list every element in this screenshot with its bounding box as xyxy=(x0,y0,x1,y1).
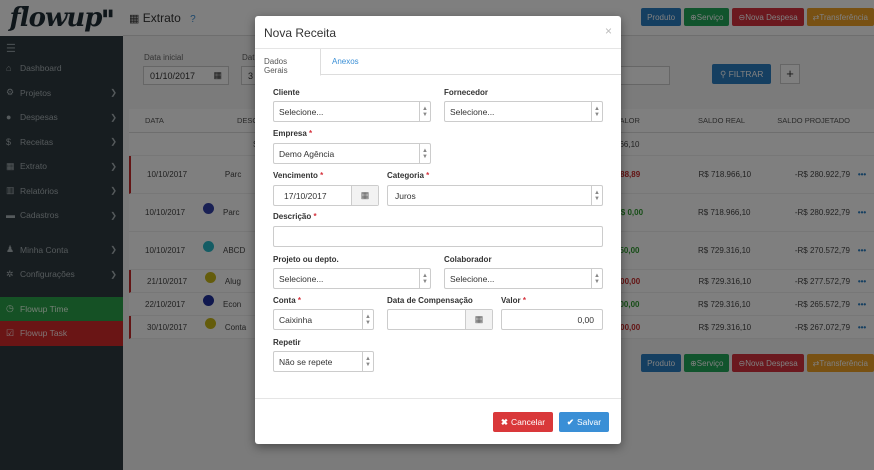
vencimento-label: Vencimento * xyxy=(273,171,324,180)
projeto-value: Selecione... xyxy=(279,274,324,284)
conta-select[interactable]: Caixinha ▲ ▼ xyxy=(273,309,374,330)
cliente-label: Cliente xyxy=(273,88,300,97)
calendar-icon[interactable]: ▦ xyxy=(465,310,492,329)
empresa-select[interactable]: Demo Agência ▲ ▼ xyxy=(273,143,431,164)
colaborador-select[interactable]: Selecione... ▲ ▼ xyxy=(444,268,603,289)
select-arrows-icon: ▲ ▼ xyxy=(419,269,430,288)
check-icon: ✔ xyxy=(566,416,575,427)
empresa-value: Demo Agência xyxy=(279,149,335,159)
categoria-value: Juros xyxy=(395,191,416,201)
projeto-label: Projeto ou depto. xyxy=(273,255,339,264)
projeto-select[interactable]: Selecione... ▲ ▼ xyxy=(273,268,431,289)
compensacao-input[interactable]: ▦ xyxy=(387,309,493,330)
cancel-button-label: Cancelar xyxy=(511,417,546,427)
select-arrows-icon: ▲ ▼ xyxy=(419,144,430,163)
select-arrows-icon: ▲ ▼ xyxy=(362,352,373,371)
new-revenue-modal: Nova Receita × Dados Gerais Anexos Clien… xyxy=(255,16,621,444)
select-arrows-icon: ▲ ▼ xyxy=(419,102,430,121)
vencimento-input[interactable]: 17/10/2017 ▦ xyxy=(273,185,379,206)
select-arrows-icon: ▲ ▼ xyxy=(591,102,602,121)
descricao-input[interactable] xyxy=(273,226,603,247)
close-icon: ✖ xyxy=(500,416,509,427)
select-arrows-icon: ▲ ▼ xyxy=(591,186,602,205)
conta-value: Caixinha xyxy=(279,315,313,325)
modal-tabs: Dados Gerais Anexos xyxy=(255,49,621,76)
cancel-button[interactable]: ✖ Cancelar xyxy=(493,412,553,432)
modal-header: Nova Receita × xyxy=(255,16,621,49)
fornecedor-value: Selecione... xyxy=(450,107,495,117)
tab-anexos[interactable]: Anexos xyxy=(323,49,368,76)
repetir-select[interactable]: Não se repete ▲ ▼ xyxy=(273,351,374,372)
colaborador-label: Colaborador xyxy=(444,255,492,264)
repetir-value: Não se repete xyxy=(279,357,333,367)
repetir-label: Repetir xyxy=(273,338,301,347)
tab-dados-gerais[interactable]: Dados Gerais xyxy=(255,49,321,76)
select-arrows-icon: ▲ ▼ xyxy=(591,269,602,288)
fornecedor-select[interactable]: Selecione... ▲ ▼ xyxy=(444,101,603,122)
close-icon[interactable]: × xyxy=(605,24,612,38)
cliente-select[interactable]: Selecione... ▲ ▼ xyxy=(273,101,431,122)
descricao-label: Descrição * xyxy=(273,212,317,221)
colaborador-value: Selecione... xyxy=(450,274,495,284)
valor-label: Valor * xyxy=(501,296,526,305)
modal-footer: ✖ Cancelar ✔ Salvar xyxy=(255,398,621,444)
fornecedor-label: Fornecedor xyxy=(444,88,489,97)
valor-value: 0,00 xyxy=(577,315,594,325)
save-button[interactable]: ✔ Salvar xyxy=(559,412,609,432)
calendar-icon[interactable]: ▦ xyxy=(351,186,378,205)
save-button-label: Salvar xyxy=(577,417,602,427)
compensacao-label: Data de Compensação xyxy=(387,296,473,305)
select-arrows-icon: ▲ ▼ xyxy=(362,310,373,329)
cliente-value: Selecione... xyxy=(279,107,324,117)
conta-label: Conta * xyxy=(273,296,302,305)
valor-input[interactable]: 0,00 xyxy=(501,309,603,330)
modal-title: Nova Receita xyxy=(264,26,337,40)
categoria-label: Categoria * xyxy=(387,171,430,180)
empresa-label: Empresa * xyxy=(273,129,313,138)
categoria-select[interactable]: Juros ▲ ▼ xyxy=(387,185,603,206)
vencimento-value: 17/10/2017 xyxy=(284,191,327,201)
